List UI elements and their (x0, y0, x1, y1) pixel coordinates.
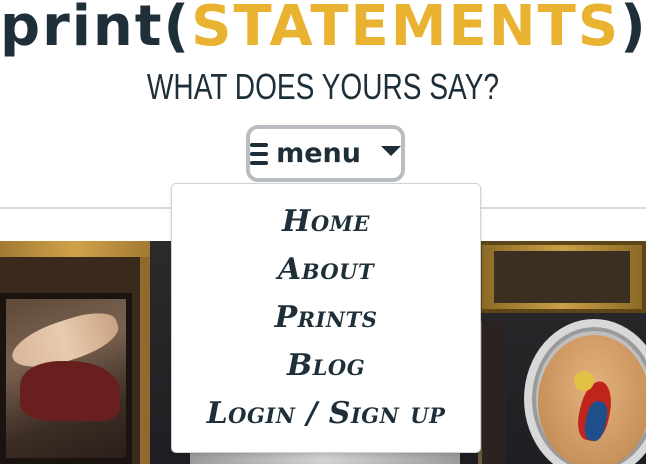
dark-frame-middle (478, 321, 506, 464)
gold-frame-top (0, 241, 150, 257)
painting-drape-shape (20, 361, 120, 421)
gold-frame-right-inner (494, 251, 630, 303)
hamburger-icon (250, 142, 269, 165)
nav-item-login-signup[interactable]: Login / Sign up (172, 390, 480, 438)
logo-prefix: print( (0, 0, 192, 59)
nav-dropdown-menu: Home About Prints Blog Login / Sign up (171, 183, 481, 453)
site-logo[interactable]: print(STATEMENTS) (0, 0, 646, 62)
nav-item-blog[interactable]: Blog (172, 342, 480, 390)
logo-suffix: ) (620, 0, 646, 59)
nav-item-home[interactable]: Home (172, 198, 480, 246)
site-tagline: WHAT DOES YOURS SAY? (146, 66, 500, 107)
logo-highlight: STATEMENTS (191, 0, 621, 59)
parrot-head-shape (574, 371, 594, 391)
nav-item-about[interactable]: About (172, 246, 480, 294)
nav-item-prints[interactable]: Prints (172, 294, 480, 342)
menu-toggle-label: menu (276, 138, 361, 169)
menu-toggle-button[interactable]: menu (246, 125, 405, 182)
caret-down-icon (381, 145, 401, 156)
